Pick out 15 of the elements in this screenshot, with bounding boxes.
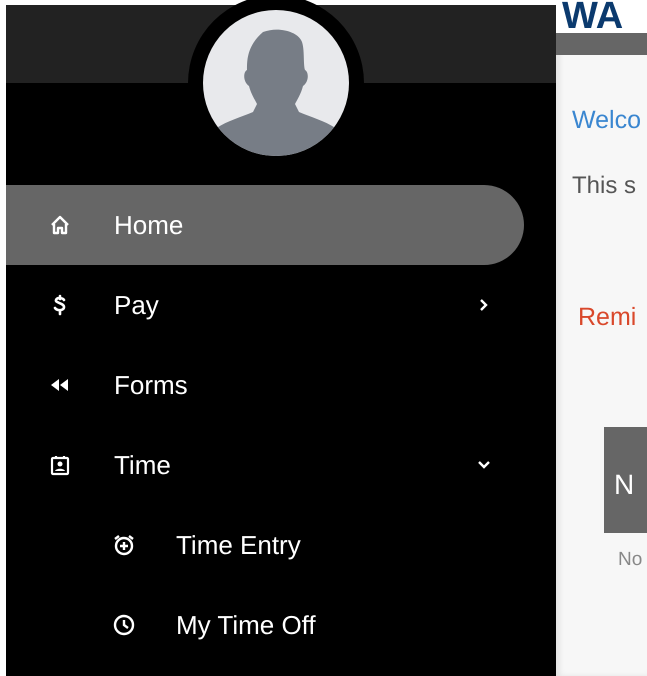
reminder-heading: Remi — [578, 302, 636, 333]
menu-item[interactable]: Pay — [6, 265, 524, 345]
menu-item[interactable]: Home — [6, 185, 524, 265]
header-title: WA — [562, 0, 624, 35]
submenu-item[interactable]: My Time Off — [6, 585, 524, 665]
calendar-person-icon — [48, 453, 72, 477]
clock-icon — [112, 613, 136, 637]
intro-text: This s — [572, 171, 636, 201]
menu-item[interactable]: Forms — [6, 345, 524, 425]
menu-item[interactable]: Time — [6, 425, 524, 505]
welcome-heading: Welco — [572, 105, 642, 136]
alarm-clock-plus-icon — [112, 533, 136, 557]
tile-caption: No — [618, 548, 642, 572]
submenu-item[interactable]: Time Entry — [6, 505, 524, 585]
tile-letter: N — [614, 468, 634, 502]
